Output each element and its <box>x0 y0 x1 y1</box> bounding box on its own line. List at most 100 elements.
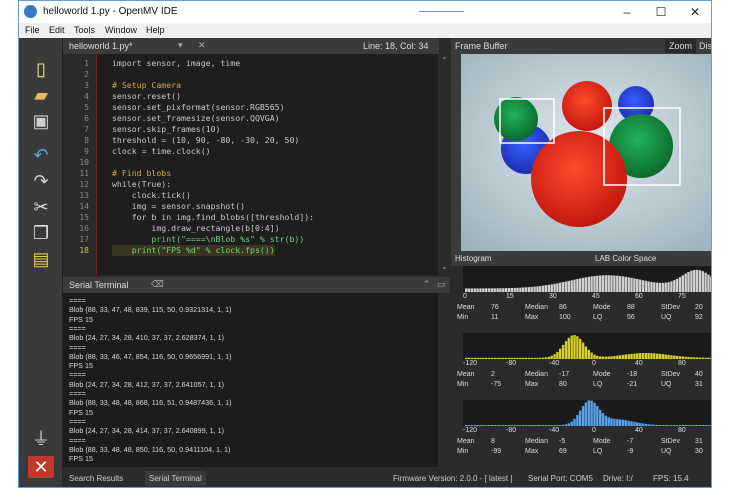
histogram-bar <box>616 355 619 359</box>
histogram-bar <box>621 276 625 292</box>
title-bar: helloworld 1.py - OpenMV IDE – ☐ ✕ <box>19 1 711 23</box>
clear-terminal-icon[interactable]: ⌫ <box>151 279 164 290</box>
code-line: sensor.reset() <box>112 91 182 101</box>
histogram-bar <box>550 284 553 292</box>
detach-icon[interactable]: ▭ <box>437 279 446 290</box>
stat-value: -9 <box>627 448 634 455</box>
stop-icon[interactable]: ✕ <box>28 456 54 478</box>
histogram-bar <box>636 279 639 292</box>
histogram-bar <box>493 288 496 292</box>
serial-line: FPS 15 <box>69 407 93 417</box>
maximize-button[interactable]: ☐ <box>653 4 669 20</box>
firmware-version[interactable]: Firmware Version: 2.0.0 - [ latest ] <box>393 474 513 483</box>
disable-button[interactable]: Disable <box>699 41 711 51</box>
scroll-up-icon[interactable]: ⌃ <box>441 56 448 65</box>
histogram-bar <box>530 357 533 359</box>
stat-value: 100 <box>559 314 571 321</box>
histogram-bar <box>644 423 647 426</box>
open-file-icon[interactable]: ▰ <box>28 84 54 106</box>
histogram-bar <box>561 282 565 292</box>
close-button[interactable]: ✕ <box>687 4 703 20</box>
menu-window[interactable]: Window <box>105 25 137 35</box>
histogram-bar <box>590 400 593 426</box>
histogram-background <box>463 333 711 359</box>
minimize-button[interactable]: – <box>619 4 635 20</box>
stat-label: Min <box>457 448 469 455</box>
histogram-axis-label: 15 <box>506 293 514 300</box>
histogram-bar <box>544 357 548 359</box>
histogram-bar <box>678 425 682 426</box>
histogram-bar <box>484 357 488 359</box>
color-space-select[interactable]: LAB Color Space <box>595 254 656 263</box>
histogram-bar <box>527 287 531 292</box>
histogram-bar <box>576 336 579 359</box>
stat-label: LQ <box>593 314 603 321</box>
histogram-bar <box>473 425 476 426</box>
stat-value: -17 <box>559 371 570 378</box>
close-tab-icon[interactable]: ✕ <box>198 40 206 51</box>
paste-icon[interactable]: ▤ <box>28 248 54 270</box>
histogram-bar <box>576 279 579 292</box>
copy-icon[interactable]: ❐ <box>28 222 54 244</box>
histogram-bar <box>610 356 613 359</box>
redo-icon[interactable]: ↷ <box>28 170 54 192</box>
histogram-bar <box>607 417 610 426</box>
stat-label: Mode <box>593 304 611 311</box>
collapse-icon[interactable]: ⌃ <box>423 279 431 290</box>
histogram-axis-label: -40 <box>549 360 560 367</box>
histogram-bar <box>661 282 665 292</box>
serial-terminal-tab[interactable]: Serial Terminal <box>145 471 206 486</box>
histogram-bar <box>656 424 659 426</box>
menu-tools[interactable]: Tools <box>74 25 95 35</box>
cut-icon[interactable]: ✂ <box>28 196 54 218</box>
histogram-bar <box>681 275 684 292</box>
histogram-bar <box>593 354 596 359</box>
stat-label: Max <box>525 448 539 455</box>
histogram-bar <box>601 275 605 292</box>
histogram-bar <box>510 425 513 426</box>
histogram-axis-label: -80 <box>506 360 517 367</box>
editor-tab[interactable]: helloworld 1.py* <box>69 41 133 51</box>
histogram-channel: 0153045607590Mean76Median86Mode88StDev20… <box>455 266 711 321</box>
stat-label: Median <box>525 438 548 445</box>
histogram-bar <box>627 277 630 292</box>
histogram-bar <box>641 423 645 426</box>
stat-label: LQ <box>593 381 603 388</box>
histogram-bar <box>553 354 556 359</box>
zoom-button[interactable]: Zoom <box>665 39 697 53</box>
frame-buffer-view <box>451 54 711 251</box>
histogram-bar <box>487 357 491 359</box>
histogram-bar <box>507 288 511 292</box>
tab-dropdown-icon[interactable]: ▾ <box>178 40 183 51</box>
save-icon[interactable]: ▣ <box>28 110 54 132</box>
histogram-axis-label: -80 <box>506 427 517 434</box>
histogram-bar <box>616 275 619 292</box>
histogram-bar <box>476 425 479 426</box>
search-results-tab[interactable]: Search Results <box>69 474 123 483</box>
menu-edit[interactable]: Edit <box>49 25 65 35</box>
menu-file[interactable]: File <box>25 25 40 35</box>
histogram-bar <box>544 285 548 292</box>
new-file-icon[interactable]: ▯ <box>28 58 54 80</box>
histogram-bar <box>707 357 710 359</box>
undo-icon[interactable]: ↶ <box>28 144 54 166</box>
histogram-bar <box>579 278 582 292</box>
histogram-bar <box>553 425 556 426</box>
editor-scrollbar[interactable]: ⌃ ⌄ <box>438 54 450 275</box>
code-line: print("====\nBlob %s" % str(b)) <box>112 234 305 244</box>
histogram-bar <box>510 288 513 292</box>
scroll-down-icon[interactable]: ⌄ <box>441 262 448 271</box>
histogram-bar <box>510 357 513 359</box>
code-line: threshold = (10, 90, -80, -30, 20, 50) <box>112 135 300 145</box>
histogram-bar <box>596 406 599 426</box>
connect-icon[interactable]: ⏚ <box>28 428 54 450</box>
serial-line: ==== <box>69 416 86 426</box>
histogram-bar <box>664 354 667 359</box>
histogram-bar <box>496 357 499 359</box>
menu-help[interactable]: Help <box>146 25 165 35</box>
histogram-bar <box>630 421 633 426</box>
code-editor[interactable]: 1 2 3 4 5 6 7 8 9 10 11 12 13 14 15 16 17 18 import senso… <box>63 54 439 275</box>
serial-terminal-output[interactable]: ==== Blob (88, 33, 47, 48, 839, 115, 50, … <box>63 293 438 467</box>
title-accent-line <box>419 11 464 12</box>
serial-line: Blob (88, 33, 48, 48, 868, 116, 51, 0.94… <box>69 398 232 408</box>
